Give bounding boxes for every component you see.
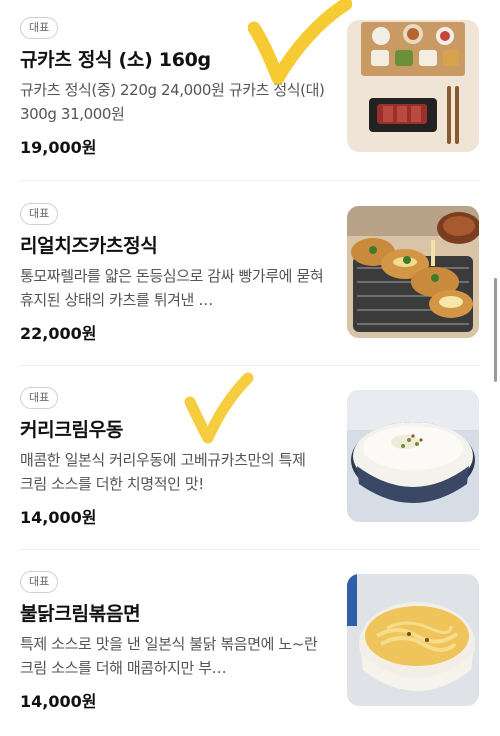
item-divider: [20, 365, 480, 366]
signature-badge: 대표: [20, 387, 59, 409]
menu-item-gyukatsu-small[interactable]: 대표 규카츠 정식 (소) 160g 규카츠 정식(중) 220g 24,000…: [0, 0, 500, 184]
signature-badge: 대표: [20, 571, 59, 593]
menu-item-name: 규카츠 정식 (소) 160g: [20, 49, 211, 71]
menu-item-description: 매콤한 일본식 커리우동에 고베규카츠만의 특제 크림 소스를 더한 치명적인 …: [20, 451, 306, 493]
signature-badge: 대표: [20, 17, 59, 39]
menu-item-description: 규카츠 정식(중) 220g 24,000원 규카츠 정식(대) 300g 31…: [20, 81, 325, 123]
menu-item-photo[interactable]: [347, 206, 479, 338]
menu-item-description: 통모짜렐라를 얇은 돈등심으로 감싸 빵가루에 묻혀 휴지된 상태의 카츠를 튀…: [20, 267, 324, 309]
menu-item-description: 특제 소스로 맛을 낸 일본식 불닭 볶음면에 노~란 크림 소스를 더해 매콤…: [20, 635, 318, 677]
signature-badge: 대표: [20, 203, 59, 225]
menu-item-photo[interactable]: [347, 20, 479, 152]
menu-item-name: 리얼치즈카츠정식: [20, 235, 158, 257]
menu-item-price: 22,000원: [20, 324, 97, 343]
menu-item-price: 14,000원: [20, 692, 97, 711]
item-divider: [20, 549, 480, 550]
menu-item-buldak-cream-noodles[interactable]: 대표 불닭크림볶음면 특제 소스로 맛을 낸 일본식 불닭 볶음면에 노~란 크…: [0, 554, 500, 736]
menu-item-price: 14,000원: [20, 508, 97, 527]
menu-item-real-cheese-katsu[interactable]: 대표 리얼치즈카츠정식 통모짜렐라를 얇은 돈등심으로 감싸 빵가루에 묻혀 휴…: [0, 186, 500, 370]
menu-item-price: 19,000원: [20, 138, 97, 157]
item-divider: [20, 180, 480, 181]
menu-item-name: 커리크림우동: [20, 419, 124, 441]
scrollbar[interactable]: [494, 278, 497, 382]
cream-udon-image: [347, 390, 479, 522]
menu-item-photo[interactable]: [347, 574, 479, 706]
menu-item-photo[interactable]: [347, 390, 479, 522]
cream-noodles-image: [347, 574, 479, 706]
gyukatsu-set-image: [347, 20, 479, 152]
menu-item-curry-cream-udon[interactable]: 대표 커리크림우동 매콤한 일본식 커리우동에 고베규카츠만의 특제 크림 소스…: [0, 370, 500, 554]
cheese-katsu-image: [347, 206, 479, 338]
menu-item-name: 불닭크림볶음면: [20, 603, 141, 625]
menu-list: 대표 규카츠 정식 (소) 160g 규카츠 정식(중) 220g 24,000…: [0, 0, 500, 736]
